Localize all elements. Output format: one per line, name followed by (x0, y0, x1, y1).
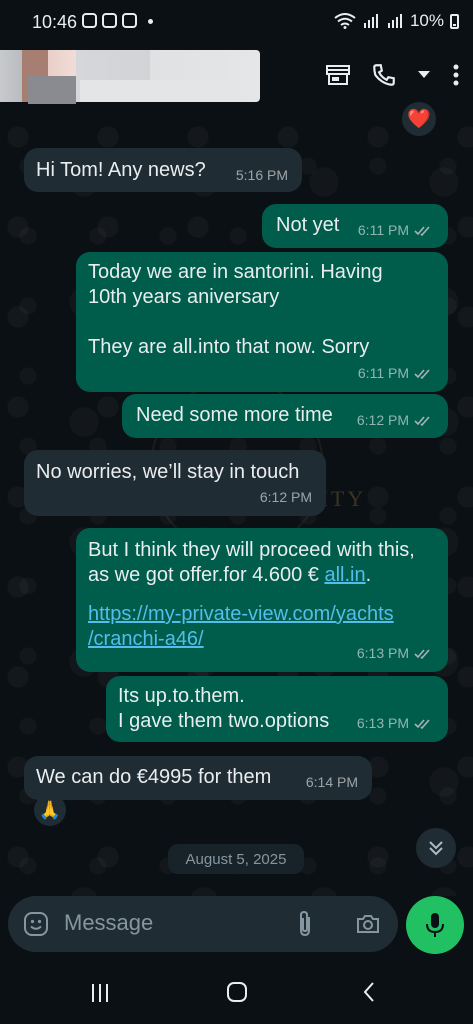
more-notifications-icon (148, 19, 153, 24)
message-meta: 6:12 PM (260, 485, 312, 510)
instagram-icon (82, 13, 97, 28)
message-time: 6:11 PM (357, 365, 409, 381)
message-time: 5:16 PM (235, 167, 288, 183)
header-actions (325, 62, 461, 88)
pray-reaction[interactable]: 🙏 (34, 794, 66, 826)
phone-icon[interactable] (371, 62, 397, 88)
message-time: 6:13 PM (356, 715, 409, 731)
wifi-icon (334, 13, 356, 29)
message-link[interactable]: all.in (324, 564, 365, 586)
read-ticks-icon (414, 225, 430, 236)
message-bubble[interactable]: Not yet 6:11 PM (262, 204, 448, 248)
camera-icon[interactable] (354, 910, 382, 938)
call-dropdown-icon[interactable] (417, 62, 431, 88)
message-composer: Message (8, 896, 398, 952)
message-text: Today we are in santorini. Having 10th y… (88, 261, 383, 358)
message-meta: 6:11 PM (358, 218, 434, 243)
message-text: But I think they will proceed with this,… (88, 538, 436, 588)
scroll-to-bottom-button[interactable] (416, 828, 456, 868)
message-time: 6:14 PM (305, 774, 358, 790)
battery-percent: 10% (409, 11, 444, 30)
read-ticks-icon (414, 415, 430, 426)
message-bubble[interactable]: We can do €4995 for them 6:14 PM (24, 756, 372, 800)
recents-button[interactable] (92, 984, 108, 1002)
message-text: Not yet (276, 214, 340, 236)
voice-message-button[interactable] (406, 896, 464, 954)
message-bubble[interactable]: Need some more time 6:12 PM (122, 394, 448, 438)
message-bubble[interactable]: Hi Tom! Any news? 5:16 PM (24, 148, 302, 192)
message-text: No worries, we’ll stay in touch (36, 461, 300, 483)
back-button[interactable] (362, 981, 376, 1003)
double-chevron-down-icon (429, 841, 443, 856)
notification-icons (82, 13, 153, 28)
read-ticks-icon (414, 718, 430, 729)
message-meta: 6:14 PM (306, 770, 358, 795)
message-meta: 5:16 PM (236, 163, 288, 188)
avatar[interactable] (28, 76, 76, 104)
contact-name-blurred (80, 80, 230, 102)
date-divider: August 5, 2025 (168, 844, 304, 874)
gallery-icon (122, 13, 137, 28)
status-time: 10:46 (32, 12, 78, 32)
heart-reaction[interactable]: ❤️ (402, 102, 436, 136)
message-bubble[interactable]: No worries, we’ll stay in touch 6:12 PM (24, 450, 326, 516)
battery-icon (450, 13, 459, 29)
chat-header (0, 44, 473, 110)
signal-icon (363, 14, 378, 28)
status-bar: 10:46 10% (0, 0, 473, 44)
sticker-icon[interactable] (22, 910, 50, 938)
message-time: 6:12 PM (356, 412, 409, 428)
message-text: Need some more time (136, 404, 333, 426)
read-ticks-icon (414, 368, 430, 379)
message-input[interactable]: Message (64, 910, 153, 936)
status-right: 10% (334, 11, 459, 31)
more-options-icon[interactable] (451, 62, 461, 88)
home-button[interactable] (227, 982, 247, 1002)
message-meta: 6:11 PM (358, 361, 434, 386)
message-bubble[interactable]: But I think they will proceed with this,… (76, 528, 448, 672)
message-time: 6:11 PM (357, 222, 409, 238)
message-text-part: . (365, 564, 372, 586)
message-meta: 6:13 PM (357, 711, 434, 736)
signal-icon (387, 14, 402, 28)
message-text: We can do €4995 for them (36, 766, 272, 788)
shop-icon[interactable] (325, 62, 351, 88)
message-time: 6:13 PM (356, 645, 409, 661)
message-bubble[interactable]: Today we are in santorini. Having 10th y… (76, 252, 448, 392)
read-ticks-icon (414, 648, 430, 659)
message-meta: 6:13 PM (357, 641, 434, 666)
message-bubble[interactable]: Its up.to.them. I gave them two.options … (106, 676, 448, 742)
attach-icon[interactable] (294, 909, 316, 939)
message-text: Hi Tom! Any news? (36, 159, 206, 181)
instagram-icon (102, 13, 117, 28)
microphone-icon (426, 913, 444, 937)
message-meta: 6:12 PM (357, 408, 434, 433)
message-time: 6:12 PM (259, 489, 312, 505)
